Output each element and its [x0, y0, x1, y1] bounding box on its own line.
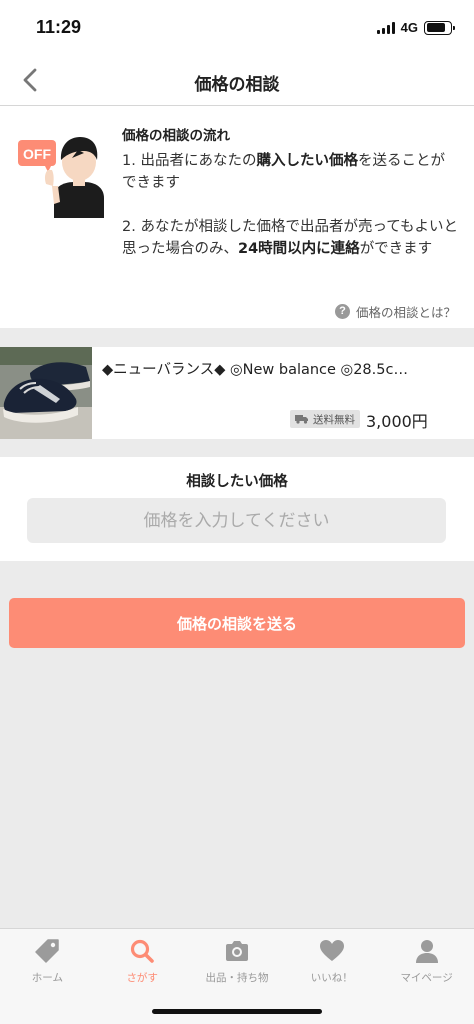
product-thumbnail: [0, 347, 92, 439]
product-price: 3,000円: [366, 412, 428, 431]
tab-home[interactable]: ホーム: [0, 929, 95, 993]
heart-icon: [319, 940, 344, 961]
battery-icon: [424, 20, 455, 35]
status-time: 11:29: [36, 17, 82, 37]
info-step-2: 2. あなたが相談した価格で出品者が売ってもよいと思った場合のみ、24時間以内に…: [122, 219, 458, 257]
nav-bar: 価格の相談: [0, 54, 474, 106]
status-bar: 11:29 4G: [0, 0, 474, 54]
info-heading: 価格の相談の流れ: [122, 128, 230, 144]
search-icon: [131, 939, 154, 963]
what-is-price-offer-link[interactable]: ? 価格の相談とは？: [334, 302, 456, 321]
info-step-1: 1. 出品者にあなたの購入したい価格を送ることができます: [122, 153, 445, 191]
question-circle-icon: ?: [334, 304, 350, 319]
truck-icon: [295, 415, 308, 424]
help-link-label: 価格の相談とは？: [355, 305, 456, 320]
tab-sell[interactable]: 出品・持ち物: [190, 929, 285, 993]
info-body: 価格の相談の流れ 1. 出品者にあなたの購入したい価格を送ることができます 2.…: [122, 124, 458, 260]
tab-search[interactable]: さがす: [95, 929, 190, 993]
page-title: 価格の相談: [194, 75, 280, 95]
camera-icon: [225, 941, 248, 961]
home-indicator: [152, 1009, 322, 1014]
price-input-label: 相談したい価格: [186, 474, 288, 490]
off-badge-text: OFF: [23, 146, 51, 162]
cellular-signal-icon: [376, 21, 395, 34]
tab-likes[interactable]: いいね！: [284, 929, 379, 993]
shipping-badge-label: 送料無料: [313, 413, 355, 426]
network-type: 4G: [400, 20, 418, 35]
person-icon: [415, 940, 438, 963]
product-title: ◆ニューバランス◆ ◎New balance ◎28.5c…: [102, 362, 408, 378]
tab-label: マイページ: [400, 972, 453, 984]
tab-mypage[interactable]: マイページ: [379, 929, 474, 993]
tab-label: いいね！: [310, 972, 353, 984]
tab-label: さがす: [126, 972, 158, 984]
send-price-offer-button[interactable]: 価格の相談を送る: [9, 598, 465, 648]
person-off-illustration: OFF: [18, 137, 104, 218]
free-shipping-badge: 送料無料: [290, 410, 360, 428]
price-offer-info: OFF 価格の相談の流れ 1. 出品者にあなたの購入したい価格を送ることができま…: [0, 106, 474, 328]
price-offer-form: 相談したい価格: [0, 457, 474, 561]
tab-label: ホーム: [31, 972, 63, 984]
product-card[interactable]: ◆ニューバランス◆ ◎New balance ◎28.5c… 送料無料 3,00…: [0, 347, 474, 439]
price-input[interactable]: [27, 498, 446, 543]
status-indicators: 4G: [376, 20, 455, 35]
tag-icon: [35, 939, 60, 963]
tab-label: 出品・持ち物: [205, 972, 269, 984]
